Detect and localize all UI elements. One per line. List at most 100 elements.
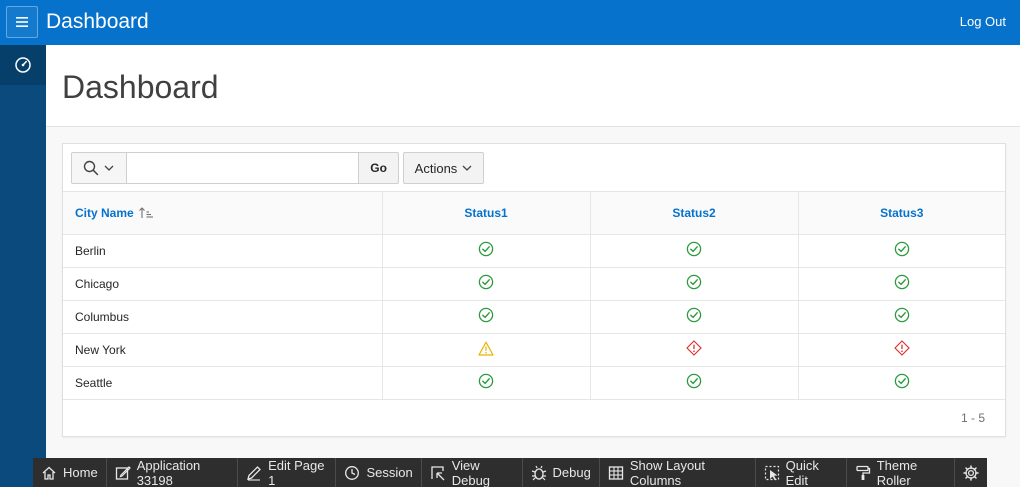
cell-city-name: Seattle xyxy=(63,366,383,400)
devbar-debug-button[interactable]: Debug xyxy=(523,458,600,487)
cell-city-name: Columbus xyxy=(63,300,383,334)
check-circle-icon xyxy=(894,241,910,260)
error-diamond-icon xyxy=(894,340,910,359)
check-circle-icon xyxy=(478,274,494,293)
actions-label: Actions xyxy=(414,160,458,176)
developer-toolbar: Home Application 33198 Edit Page 1 Session V… xyxy=(33,458,987,487)
devbar-label: Home xyxy=(63,465,98,480)
cell-city-name: Chicago xyxy=(63,267,383,301)
check-circle-icon xyxy=(478,307,494,326)
devbar-label: Show Layout Columns xyxy=(629,457,706,487)
table-row: Columbus xyxy=(63,300,1005,334)
cell-status1 xyxy=(382,267,591,301)
check-circle-icon xyxy=(686,373,702,392)
cell-status1 xyxy=(382,234,591,268)
hamburger-menu-icon xyxy=(16,17,28,27)
cell-status3 xyxy=(798,234,1005,268)
devbar-label: Theme Roller xyxy=(876,457,918,487)
table-row: Seattle xyxy=(63,366,1005,400)
page-header-region: Dashboard xyxy=(46,45,1020,127)
cell-city-name: New York xyxy=(63,333,383,367)
sidebar-item-dashboard[interactable] xyxy=(0,45,46,85)
column-header-label: City Name xyxy=(75,205,134,220)
cell-status3 xyxy=(798,267,1005,301)
check-circle-icon xyxy=(894,373,910,392)
search-group: Go xyxy=(71,152,399,184)
devbar-home-button[interactable]: Home xyxy=(33,458,107,487)
paint-roller-icon xyxy=(855,465,871,481)
cell-status1 xyxy=(382,366,591,400)
home-icon xyxy=(41,465,57,481)
devbar-label: Quick Edit xyxy=(785,457,819,487)
actions-menu-button[interactable]: Actions xyxy=(403,152,484,184)
cell-status1 xyxy=(382,333,591,367)
check-circle-icon xyxy=(478,373,494,392)
check-circle-icon xyxy=(894,274,910,293)
interactive-report: Go Actions City Name Status1 Status2 Sta… xyxy=(62,143,1006,437)
quick-edit-icon xyxy=(764,465,780,481)
hamburger-menu-button[interactable] xyxy=(6,6,38,38)
cell-status2 xyxy=(590,300,799,334)
grid-icon xyxy=(608,465,624,481)
devbar-edit-page-1-button[interactable]: Edit Page 1 xyxy=(238,457,337,487)
devbar-quick-edit-button[interactable]: Quick Edit xyxy=(756,458,847,487)
warning-triangle-icon xyxy=(478,341,494,359)
devbar-settings-button[interactable] xyxy=(955,458,987,487)
check-circle-icon xyxy=(894,307,910,326)
devbar-view-debug-button[interactable]: View Debug xyxy=(422,458,523,487)
devbar-show-layout-columns-button[interactable]: Show Layout Columns xyxy=(600,458,756,487)
devbar-label: Debug xyxy=(552,465,591,480)
check-circle-icon xyxy=(478,241,494,260)
table-row: Chicago xyxy=(63,267,1005,301)
devbar-label: Session xyxy=(366,465,413,480)
chevron-down-icon xyxy=(104,165,114,171)
go-button[interactable]: Go xyxy=(359,152,399,184)
report-table: City Name Status1 Status2 Status3 Berlin… xyxy=(63,192,1005,400)
check-circle-icon xyxy=(686,274,702,293)
cell-city-name: Berlin xyxy=(63,234,383,268)
table-row: Berlin xyxy=(63,234,1005,268)
check-circle-icon xyxy=(686,307,702,326)
view-debug-icon xyxy=(430,465,446,481)
cell-status2 xyxy=(590,366,799,400)
gear-icon xyxy=(963,464,979,481)
cell-status2 xyxy=(590,267,799,301)
table-header-row: City Name Status1 Status2 Status3 xyxy=(63,192,1005,235)
devbar-session-button[interactable]: Session xyxy=(336,458,422,487)
search-column-selector[interactable] xyxy=(71,152,127,184)
app-title[interactable]: Dashboard xyxy=(46,10,149,34)
table-row: New York xyxy=(63,333,1005,367)
cell-status2 xyxy=(590,234,799,268)
devbar-label: Edit Page 1 xyxy=(268,457,325,487)
check-circle-icon xyxy=(686,241,702,260)
column-header-status3[interactable]: Status3 xyxy=(798,192,1005,235)
devbar-theme-roller-button[interactable]: Theme Roller xyxy=(847,458,955,487)
column-header-city-name[interactable]: City Name xyxy=(63,192,383,235)
cell-status2 xyxy=(590,333,799,367)
page-title: Dashboard xyxy=(62,69,219,105)
search-input[interactable] xyxy=(126,152,360,184)
devbar-label: Application 33198 xyxy=(136,457,201,487)
cell-status3 xyxy=(798,333,1005,367)
bug-icon xyxy=(531,465,547,481)
top-header: Dashboard Log Out xyxy=(0,0,1020,45)
side-navigation xyxy=(0,45,46,487)
clock-icon xyxy=(344,465,360,481)
pencil-icon xyxy=(246,465,262,481)
sort-ascending-icon xyxy=(138,206,153,218)
chevron-down-icon xyxy=(462,165,472,171)
search-icon xyxy=(84,160,99,176)
error-diamond-icon xyxy=(686,340,702,359)
logout-link[interactable]: Log Out xyxy=(960,14,1006,29)
cell-status3 xyxy=(798,366,1005,400)
cell-status3 xyxy=(798,300,1005,334)
column-header-status1[interactable]: Status1 xyxy=(382,192,591,235)
report-toolbar: Go Actions xyxy=(63,144,1005,192)
cell-status1 xyxy=(382,300,591,334)
speedometer-icon xyxy=(15,57,31,73)
pagination-info: 1 - 5 xyxy=(960,411,985,425)
edit-icon xyxy=(115,465,131,481)
devbar-application-33198-button[interactable]: Application 33198 xyxy=(107,457,239,487)
devbar-label: View Debug xyxy=(451,457,491,487)
column-header-status2[interactable]: Status2 xyxy=(590,192,799,235)
